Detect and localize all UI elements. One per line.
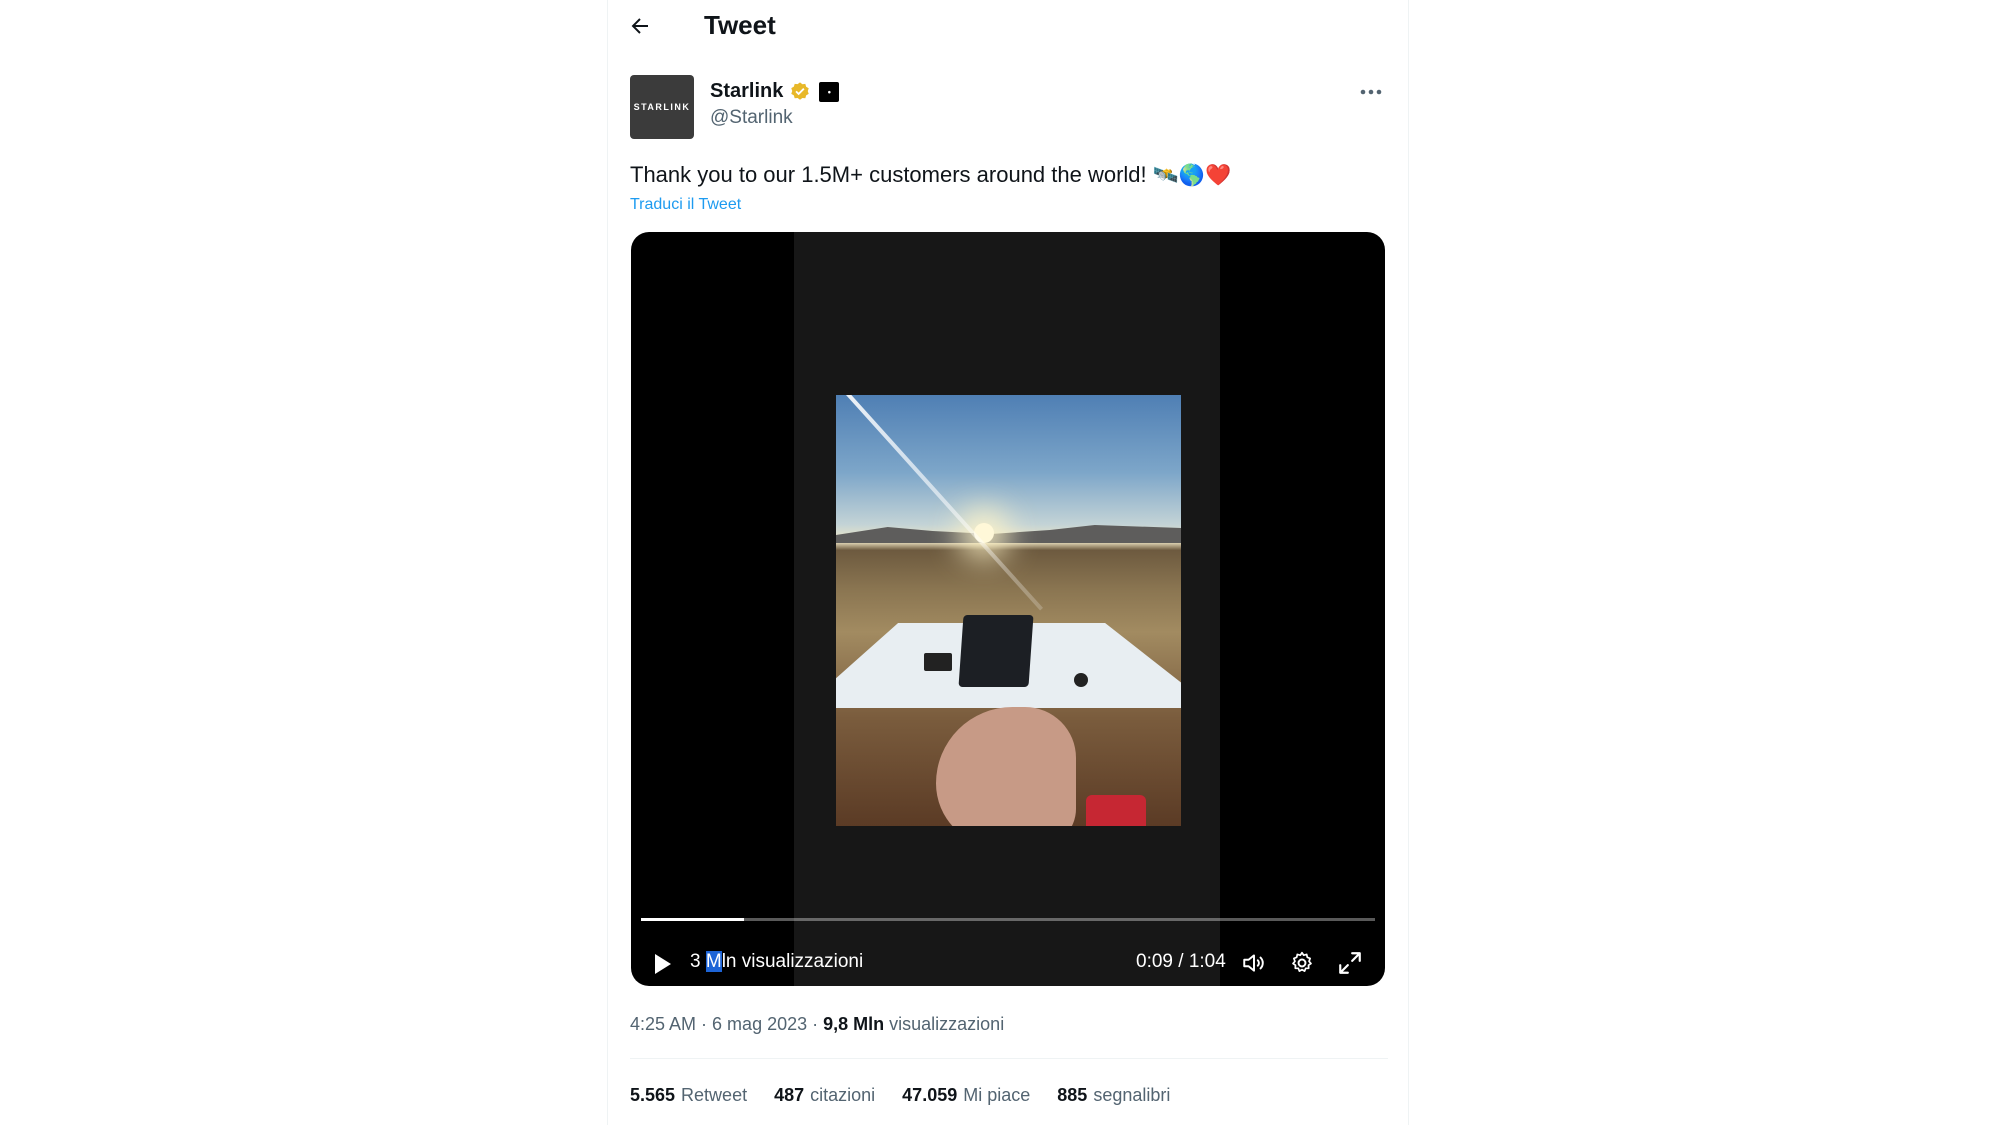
chair-shape xyxy=(1086,795,1146,826)
video-views-suffix: ln visualizzazioni xyxy=(721,951,864,972)
play-icon xyxy=(655,954,671,974)
tweet-emojis: 🛰️🌎❤️ xyxy=(1152,164,1232,187)
phone-shape xyxy=(924,653,952,671)
more-dots-icon xyxy=(1360,89,1382,95)
tweet-date[interactable]: 6 mag 2023 xyxy=(712,1014,807,1034)
video-frame-image xyxy=(836,395,1181,826)
stat-likes-count: 47.059 xyxy=(902,1085,958,1105)
fullscreen-icon xyxy=(1339,952,1361,974)
sun-ray-shape xyxy=(846,395,1044,611)
settings-button[interactable] xyxy=(1287,948,1317,978)
back-button[interactable] xyxy=(620,6,660,46)
avatar[interactable]: STARLINK xyxy=(630,75,694,139)
fullscreen-button[interactable] xyxy=(1335,948,1365,978)
page-title: Tweet xyxy=(704,10,776,40)
stat-retweets-count: 5.565 xyxy=(630,1085,676,1105)
tweet-body: Thank you to our 1.5M+ customers around … xyxy=(630,162,1147,187)
meta-separator: · xyxy=(807,1014,824,1034)
video-views-label: 3 Mln visualizzazioni xyxy=(690,951,863,973)
play-button[interactable] xyxy=(647,949,677,979)
stat-bookmarks-count: 885 xyxy=(1057,1085,1088,1105)
tweet-stats: 5.565 Retweet 487 citazioni 47.059 Mi piace… xyxy=(630,1085,1197,1106)
tweet-views-label: visualizzazioni xyxy=(884,1014,1005,1034)
video-duration: 1:04 xyxy=(1188,951,1226,972)
stat-quotes[interactable]: 487 citazioni xyxy=(774,1085,875,1106)
tweet-time[interactable]: 4:25 AM xyxy=(630,1014,696,1034)
volume-button[interactable] xyxy=(1239,948,1269,978)
stat-quotes-count: 487 xyxy=(774,1085,805,1105)
video-progress-bar[interactable] xyxy=(641,918,1375,921)
mouse-shape xyxy=(1074,673,1088,687)
stat-retweets-label: Retweet xyxy=(681,1085,748,1105)
author-handle[interactable]: @Starlink xyxy=(710,107,793,129)
knee-shape xyxy=(936,707,1076,826)
arrow-left-icon xyxy=(631,18,648,34)
mountains-shape xyxy=(836,525,1181,543)
volume-icon xyxy=(1243,954,1264,972)
video-views-prefix: 3 xyxy=(690,951,706,972)
tweet-text: Thank you to our 1.5M+ customers around … xyxy=(630,162,1231,188)
stat-bookmarks[interactable]: 885 segnalibri xyxy=(1057,1085,1170,1106)
laptop-shape xyxy=(958,615,1034,687)
meta-separator: · xyxy=(696,1014,713,1034)
verified-badge-icon xyxy=(791,81,810,100)
affiliate-badge-icon: • xyxy=(819,81,840,102)
stat-bookmarks-label: segnalibri xyxy=(1093,1085,1171,1105)
stat-likes[interactable]: 47.059 Mi piace xyxy=(902,1085,1030,1106)
tweet-meta: 4:25 AM · 6 mag 2023 · 9,8 Mln visualizz… xyxy=(630,1014,1004,1035)
stat-retweets[interactable]: 5.565 Retweet xyxy=(630,1085,747,1106)
more-options-button[interactable] xyxy=(1353,80,1389,104)
video-time: 0:09 / 1:04 xyxy=(1136,951,1226,973)
tweet-column: Tweet STARLINK Starlink • @Starlink Than… xyxy=(607,0,1409,1125)
video-time-separator: / xyxy=(1172,951,1189,972)
stat-likes-label: Mi piace xyxy=(963,1085,1031,1105)
gear-icon xyxy=(1292,951,1312,972)
video-views-selected: M xyxy=(705,951,722,972)
divider xyxy=(630,1058,1388,1059)
video-player[interactable]: 3 Mln visualizzazioni 0:09 / 1:04 xyxy=(631,232,1385,986)
tweet-views-count: 9,8 Mln xyxy=(823,1014,885,1034)
translate-link[interactable]: Traduci il Tweet xyxy=(630,196,741,214)
video-current-time: 0:09 xyxy=(1136,951,1173,972)
stat-quotes-label: citazioni xyxy=(810,1085,876,1105)
author-name-row[interactable]: Starlink • xyxy=(710,80,840,103)
header: Tweet xyxy=(608,0,1408,52)
author-name[interactable]: Starlink xyxy=(710,80,783,103)
video-progress-fill xyxy=(641,918,744,921)
